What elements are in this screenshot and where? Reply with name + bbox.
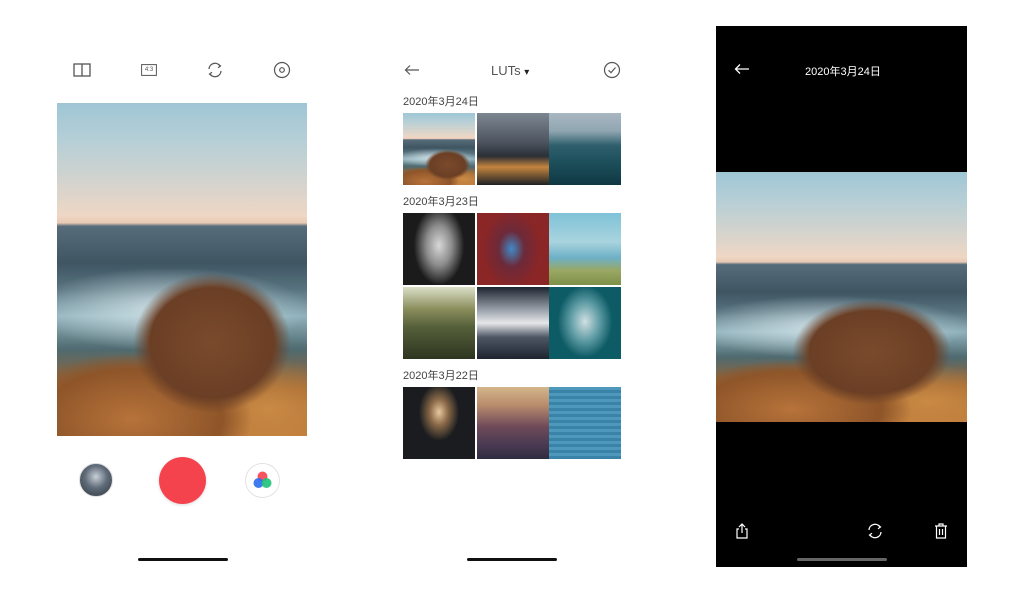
check-circle-icon[interactable] (602, 60, 622, 80)
lut-thumbnail[interactable] (403, 113, 475, 185)
luts-title[interactable]: LUTs ▾ (491, 63, 529, 78)
lut-thumbnail[interactable] (549, 387, 621, 459)
aspect-ratio-icon[interactable]: 4:3 (139, 60, 159, 80)
group-date-label: 2020年3月24日 (403, 96, 479, 108)
camera-screen: 4:3 (50, 26, 315, 567)
back-arrow-icon[interactable] (732, 59, 752, 79)
luts-screen: LUTs ▾ 2020年3月24日 2020年3月23日 2020年3月22日 (394, 26, 629, 567)
trash-icon[interactable] (931, 521, 951, 541)
home-indicator (467, 558, 557, 561)
camera-viewfinder[interactable] (57, 103, 307, 436)
preview-image (716, 172, 967, 422)
lut-thumbnail[interactable] (477, 287, 549, 359)
lut-color-icon[interactable] (245, 463, 280, 498)
lut-thumbnail[interactable] (549, 213, 621, 285)
lut-thumbnail[interactable] (549, 113, 621, 185)
lut-thumbnail[interactable] (403, 213, 475, 285)
shutter-button[interactable] (159, 457, 206, 504)
flip-icon[interactable] (865, 521, 885, 541)
group-date-label: 2020年3月22日 (403, 370, 479, 382)
gallery-thumbnail[interactable] (79, 463, 113, 497)
preview-screen: 2020年3月24日 (716, 26, 967, 567)
split-view-icon[interactable] (72, 60, 92, 80)
share-icon[interactable] (732, 521, 752, 541)
settings-icon[interactable] (272, 60, 292, 80)
chevron-down-icon: ▾ (524, 67, 530, 78)
back-arrow-icon[interactable] (402, 60, 422, 80)
lut-thumbnail[interactable] (403, 287, 475, 359)
lut-thumbnail[interactable] (403, 387, 475, 459)
lut-thumbnail[interactable] (549, 287, 621, 359)
lut-thumbnail[interactable] (477, 213, 549, 285)
home-indicator (138, 558, 228, 561)
group-date-label: 2020年3月23日 (403, 196, 479, 208)
preview-title: 2020年3月24日 (805, 66, 881, 78)
aspect-ratio-label: 4:3 (144, 67, 154, 73)
lut-thumbnail[interactable] (477, 113, 549, 185)
luts-title-text: LUTs (491, 63, 521, 78)
flip-camera-icon[interactable] (205, 60, 225, 80)
home-indicator (797, 558, 887, 561)
lut-thumbnail[interactable] (477, 387, 549, 459)
